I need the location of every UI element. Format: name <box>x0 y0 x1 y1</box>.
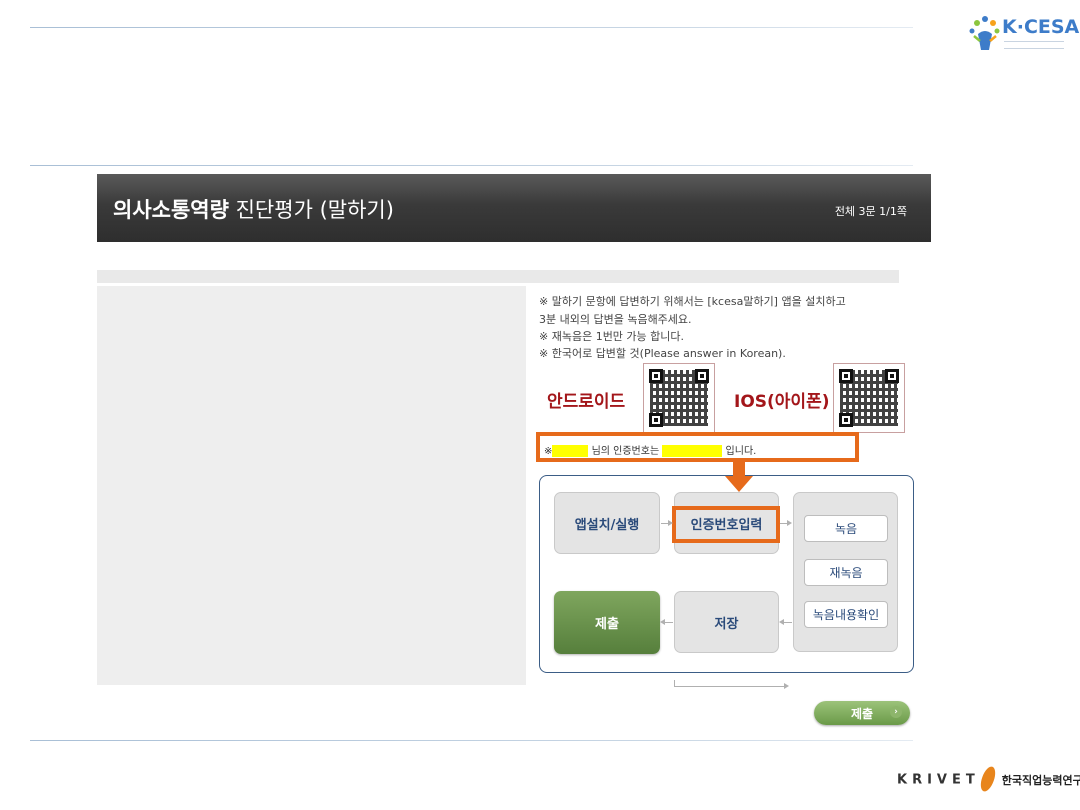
arrow-right-icon <box>668 520 673 526</box>
decorative-line <box>674 686 786 687</box>
kcesa-figure-icon <box>969 16 1000 50</box>
instruction-line: ※ 재녹음은 1번만 가능 합니다. <box>539 330 685 343</box>
arrow-right-icon <box>784 683 789 689</box>
qr-finder <box>649 413 663 427</box>
question-strip <box>97 270 899 283</box>
flow-step-save: 저장 <box>674 591 779 653</box>
title-light: 진단평가 (말하기) <box>235 198 394 222</box>
instruction-line: 3분 내외의 답변을 녹음해주세요. <box>539 313 692 326</box>
qr-finder <box>649 369 663 383</box>
kcesa-logo-text: K·CESA <box>1002 16 1080 38</box>
krivet-logo: KRIVET 한국직업능력연구원 <box>897 764 1080 794</box>
top-divider <box>30 27 913 28</box>
flow-substep-confirm: 녹음내용확인 <box>804 601 888 628</box>
footer-divider <box>30 740 913 741</box>
decorative-tick <box>674 680 675 687</box>
krivet-logo-text: KRIVET <box>897 772 980 788</box>
flow-step-submit: 제출 <box>554 591 660 654</box>
android-qr-code[interactable] <box>643 363 715 433</box>
page-title: 의사소통역량 진단평가 (말하기) <box>113 194 394 224</box>
qr-finder <box>695 369 709 383</box>
auth-number-text: ※ 님의 인증번호는 입니다. <box>544 442 756 457</box>
kcesa-logo: K·CESA <box>968 14 1079 54</box>
arrow-left-icon <box>779 619 784 625</box>
flow-substep-rerecord: 재녹음 <box>804 559 888 586</box>
krivet-leaf-icon <box>977 764 998 794</box>
header-divider <box>30 165 913 166</box>
redacted-auth-number <box>662 445 723 457</box>
kcesa-logo-subline <box>1004 41 1064 49</box>
qr-finder <box>839 369 853 383</box>
auth-suffix: 입니다. <box>725 446 757 457</box>
flow-step-record-group: 녹음 재녹음 녹음내용확인 <box>793 492 898 652</box>
submit-button[interactable]: 제출 › <box>814 701 910 725</box>
flow-step-install: 앱설치/실행 <box>554 492 660 554</box>
android-label: 안드로이드 <box>547 392 626 412</box>
ios-label: IOS(아이폰) <box>734 392 830 412</box>
auth-prefix: ※ <box>544 446 553 457</box>
auth-input-highlight <box>672 506 780 543</box>
instruction-line: ※ 한국어로 답변할 것(Please answer in Korean). <box>539 347 786 360</box>
ios-qr-code[interactable] <box>833 363 905 433</box>
submit-button-label: 제출 <box>850 706 874 721</box>
down-arrow-icon <box>725 476 753 492</box>
flow-substep-record: 녹음 <box>804 515 888 542</box>
down-arrow-icon <box>733 462 745 476</box>
qr-finder <box>839 413 853 427</box>
krivet-korean-name: 한국직업능력연구원 <box>1001 773 1080 787</box>
title-bold: 의사소통역량 <box>113 198 229 222</box>
flow-connector <box>664 622 673 623</box>
qr-finder <box>885 369 899 383</box>
question-panel <box>97 286 526 685</box>
arrow-right-icon <box>787 520 792 526</box>
question-count: 전체 3문 1/1쪽 <box>834 205 907 218</box>
auth-number-highlight: ※ 님의 인증번호는 입니다. <box>536 432 859 462</box>
auth-mid: 님의 인증번호는 <box>591 446 660 457</box>
instruction-line: ※ 말하기 문항에 답변하기 위해서는 [kcesa말하기] 앱을 설치하고 <box>539 295 846 308</box>
arrow-left-icon <box>660 619 665 625</box>
redacted-name <box>552 445 589 457</box>
assessment-header: 의사소통역량 진단평가 (말하기) 전체 3문 1/1쪽 <box>97 174 931 242</box>
chevron-right-icon: › <box>890 706 902 718</box>
